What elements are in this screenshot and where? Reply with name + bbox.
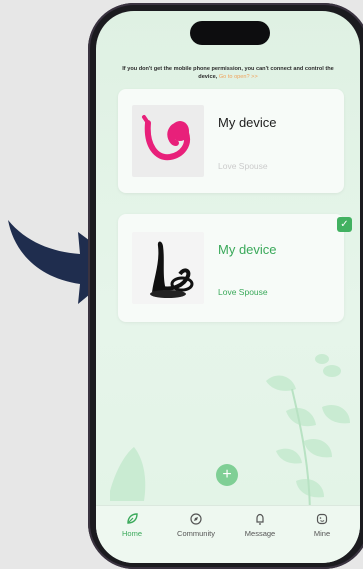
device-card[interactable]: My device Love Spouse bbox=[118, 89, 344, 193]
permission-notice: If you don't get the mobile phone permis… bbox=[118, 65, 338, 81]
device-thumbnail bbox=[132, 105, 204, 177]
selected-check-icon: ✓ bbox=[337, 217, 352, 232]
device-brand: Love Spouse bbox=[218, 287, 268, 297]
device-thumbnail bbox=[132, 232, 204, 304]
black-device-icon bbox=[150, 241, 194, 298]
tab-label: Community bbox=[177, 529, 215, 538]
bell-icon bbox=[256, 513, 264, 525]
tab-message[interactable]: Message bbox=[230, 512, 290, 538]
tab-mine[interactable]: Mine bbox=[292, 512, 352, 538]
tab-label: Home bbox=[121, 529, 142, 538]
tab-bar: Home Community Message Mine bbox=[96, 505, 360, 563]
compass-icon bbox=[190, 513, 202, 525]
device-brand: Love Spouse bbox=[218, 161, 268, 171]
dynamic-island bbox=[190, 21, 270, 45]
tab-community[interactable]: Community bbox=[166, 512, 226, 538]
pink-device-icon bbox=[142, 115, 190, 161]
add-device-button[interactable]: + bbox=[216, 464, 238, 486]
tab-label: Message bbox=[244, 529, 276, 538]
face-icon bbox=[316, 513, 328, 525]
tab-home[interactable]: Home bbox=[102, 512, 162, 538]
app-screen: If you don't get the mobile phone permis… bbox=[96, 11, 360, 563]
leaf-icon bbox=[127, 513, 138, 524]
tab-label: Mine bbox=[313, 529, 331, 538]
device-name: My device bbox=[218, 115, 277, 130]
device-name: My device bbox=[218, 242, 277, 257]
go-to-open-link[interactable]: Go to open? >> bbox=[219, 74, 258, 80]
leaf-decoration bbox=[110, 354, 350, 518]
device-card-selected[interactable]: ✓ My device Love Spouse bbox=[118, 214, 352, 322]
